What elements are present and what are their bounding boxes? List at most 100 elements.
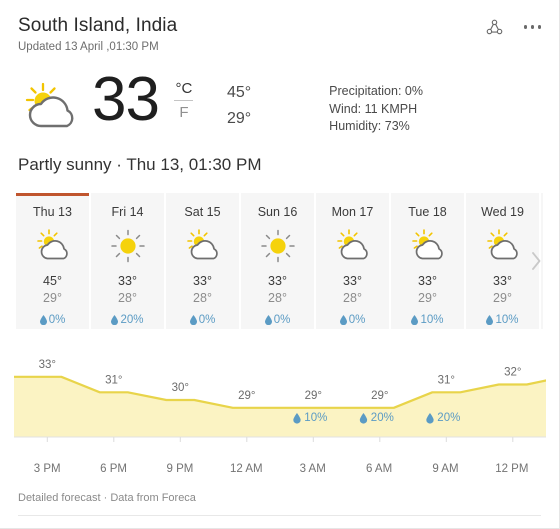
chart-temp-label: 31°: [105, 374, 122, 386]
forecast-day-label: Thu 13: [33, 204, 72, 219]
forecast-high: 33°: [493, 273, 512, 288]
unit-toggle: °C F: [171, 79, 197, 122]
water-drop-icon: [39, 314, 47, 325]
chart-temp-label: 30°: [172, 382, 189, 394]
widget-header: South Island, India Updated 13 April ,01…: [0, 0, 559, 55]
current-temperature: 33: [92, 65, 160, 134]
forecast-day-label: Mon 17: [331, 204, 374, 219]
hourly-temperature-chart: 33° 31° 30° 29° 29° 29° 31° 32° 10% 20% 20%: [0, 339, 559, 459]
chart-x-tick-label: 3 AM: [299, 462, 326, 475]
forecast-low: 29°: [418, 290, 437, 305]
detailed-forecast-link[interactable]: Detailed forecast: [18, 492, 101, 504]
forecast-low: 28°: [193, 290, 212, 305]
forecast-precipitation: 0%: [264, 313, 291, 326]
partly-sunny-icon: [32, 228, 74, 264]
unit-celsius-button[interactable]: °C: [176, 79, 193, 98]
unit-divider: [174, 100, 194, 101]
forecast-precip-value: 10%: [495, 313, 519, 326]
chart-temp-label: 29°: [371, 389, 388, 401]
svg-text:20%: 20%: [371, 412, 394, 424]
page-title: South Island, India: [18, 15, 178, 36]
forecast-high: 33°: [193, 273, 212, 288]
chevron-right-icon[interactable]: [527, 247, 545, 275]
forecast-card[interactable]: Tue 18 33° 29° 10%: [391, 192, 464, 329]
high-low-temps: 45° 29°: [227, 80, 251, 132]
forecast-precip-value: 0%: [348, 313, 366, 326]
forecast-high: 33°: [418, 273, 437, 288]
forecast-section: Thu 13 45° 29° 0% Fri 14 33° 28° 20% Sat 15 33° 28…: [0, 192, 559, 329]
chart-x-tick-label: 6 PM: [100, 462, 127, 475]
chart-x-tick-label: 9 AM: [432, 462, 459, 475]
forecast-low: 28°: [118, 290, 137, 305]
forecast-precip-value: 0%: [273, 313, 291, 326]
chart-temp-label: 32°: [504, 366, 521, 378]
forecast-card[interactable]: Mon 17 33° 28° 0%: [316, 192, 389, 329]
condition-summary: Partly sunny · Thu 13, 01:30 PM: [18, 154, 262, 174]
share-icon[interactable]: [482, 14, 508, 40]
forecast-day-label: Sun 16: [257, 204, 298, 219]
forecast-card[interactable]: Sun 16 33° 28° 0%: [241, 192, 314, 329]
chart-x-tick-label: 9 PM: [166, 462, 194, 475]
forecast-low: 29°: [493, 290, 512, 305]
forecast-card[interactable]: Thu 13 45° 29° 0%: [16, 192, 89, 329]
water-drop-icon: [111, 314, 119, 325]
forecast-high: 33°: [268, 273, 287, 288]
svg-text:20%: 20%: [437, 412, 460, 424]
forecast-low: 28°: [268, 290, 287, 305]
unit-fahrenheit-button[interactable]: F: [179, 103, 188, 122]
footer-separator: ·: [103, 492, 108, 504]
current-conditions: 33 °C F 45° 29° Precipitation: 0% Wind: …: [0, 55, 559, 136]
forecast-precipitation: 10%: [486, 313, 519, 326]
footer-text: Detailed forecast · Data from Foreca: [18, 491, 541, 515]
forecast-card[interactable]: Sat 15 33° 28° 0%: [166, 192, 239, 329]
forecast-strip[interactable]: Thu 13 45° 29° 0% Fri 14 33° 28° 20% Sat 15 33° 28…: [16, 192, 543, 329]
partly-sunny-icon: [332, 228, 374, 264]
forecast-day-label: Tue 18: [408, 204, 447, 219]
partly-sunny-icon: [482, 228, 524, 264]
more-options-icon[interactable]: [522, 19, 544, 35]
forecast-precipitation: 20%: [111, 313, 144, 326]
low-temp: 29°: [226, 110, 252, 127]
forecast-precip-value: 20%: [120, 313, 144, 326]
forecast-high: 33°: [343, 273, 362, 288]
water-drop-icon: [189, 314, 197, 325]
forecast-high: 33°: [118, 273, 137, 288]
forecast-day-label: Wed 19: [481, 204, 524, 219]
forecast-high: 45°: [43, 273, 62, 288]
forecast-low: 29°: [43, 290, 62, 305]
chart-temp-label: 29°: [238, 389, 255, 401]
header-actions: [482, 14, 544, 40]
footer-divider: [18, 515, 541, 516]
forecast-precip-value: 0%: [48, 313, 66, 326]
forecast-precipitation: 0%: [339, 313, 366, 326]
widget-footer: Detailed forecast · Data from Foreca: [0, 491, 559, 528]
chart-temp-label: 31°: [438, 374, 455, 386]
forecast-precip-value: 0%: [198, 313, 216, 326]
forecast-precip-value: 10%: [420, 313, 444, 326]
wind-stat: Wind: 11 KMPH: [329, 101, 418, 116]
chart-x-axis: 3 PM 6 PM 9 PM 12 AM 3 AM 6 AM 9 AM 12 PM: [0, 461, 559, 477]
precipitation-stat: Precipitation: 0%: [329, 84, 423, 98]
updated-timestamp: Updated 13 April ,01:30 PM: [18, 41, 159, 53]
forecast-low: 28°: [343, 290, 362, 305]
chart-temp-label: 29°: [305, 389, 322, 401]
partly-sunny-icon: [182, 228, 224, 264]
current-stats: Precipitation: 0% Wind: 11 KMPH Humidity…: [329, 83, 423, 136]
svg-text:10%: 10%: [304, 412, 327, 424]
partly-sunny-icon: [16, 77, 88, 135]
high-temp: 45°: [226, 84, 252, 101]
water-drop-icon: [264, 314, 272, 325]
water-drop-icon: [486, 314, 494, 325]
chart-x-tick-label: 12 AM: [230, 462, 263, 475]
chart-x-tick-label: 12 PM: [495, 462, 529, 475]
forecast-precipitation: 0%: [39, 313, 66, 326]
partly-sunny-icon: [407, 228, 449, 264]
chart-x-tick-label: 6 AM: [365, 462, 393, 475]
sunny-icon: [107, 228, 149, 264]
forecast-day-label: Fri 14: [111, 204, 144, 219]
water-drop-icon: [411, 314, 419, 325]
forecast-card[interactable]: Fri 14 33° 28° 20%: [91, 192, 164, 329]
chart-temp-label: 33°: [39, 358, 56, 370]
humidity-stat: Humidity: 73%: [329, 119, 410, 133]
water-drop-icon: [339, 314, 347, 325]
